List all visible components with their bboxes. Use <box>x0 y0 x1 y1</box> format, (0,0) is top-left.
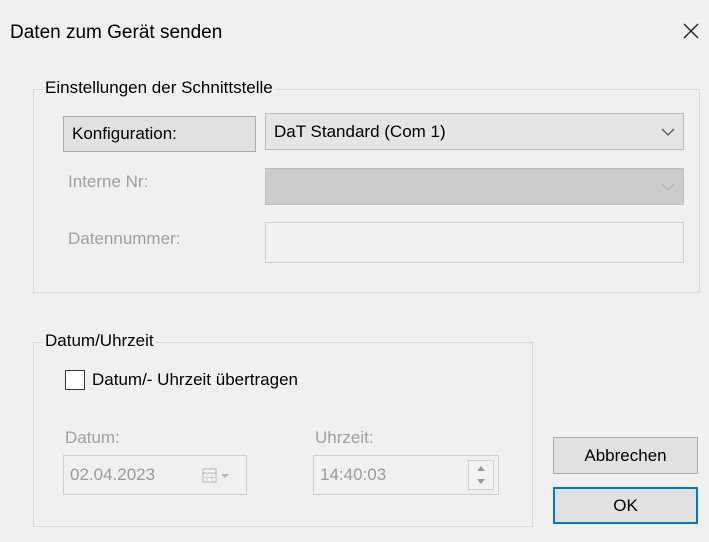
konfiguration-combobox[interactable]: DaT Standard (Com 1) <box>265 113 684 150</box>
interface-settings-legend: Einstellungen der Schnittstelle <box>43 78 275 98</box>
window-title: Daten zum Gerät senden <box>10 22 223 43</box>
uhrzeit-picker[interactable]: 14:40:03 <box>313 455 499 495</box>
uhrzeit-value: 14:40:03 <box>320 465 387 484</box>
chevron-down-icon <box>661 128 675 136</box>
datum-picker[interactable]: 02.04.2023 <box>63 455 247 495</box>
transfer-datetime-label[interactable]: Datum/- Uhrzeit übertragen <box>92 370 298 390</box>
interne-nr-label: Interne Nr: <box>68 172 149 191</box>
datennummer-label: Datennummer: <box>68 229 181 248</box>
interne-nr-combobox[interactable] <box>265 168 684 205</box>
spin-up-icon[interactable] <box>469 461 493 475</box>
cancel-button[interactable]: Abbrechen <box>553 437 698 474</box>
chevron-down-icon <box>661 183 675 191</box>
transfer-datetime-checkbox[interactable] <box>65 370 85 390</box>
uhrzeit-spinner[interactable] <box>468 460 494 490</box>
konfiguration-button[interactable]: Konfiguration: <box>63 116 256 152</box>
close-button[interactable] <box>676 16 706 46</box>
datetime-legend: Datum/Uhrzeit <box>43 331 156 351</box>
close-icon <box>683 23 699 39</box>
datum-value: 02.04.2023 <box>70 465 156 484</box>
datennummer-field[interactable] <box>265 222 684 263</box>
konfiguration-value: DaT Standard (Com 1) <box>274 121 446 141</box>
ok-button[interactable]: OK <box>553 487 698 524</box>
calendar-icon[interactable] <box>202 468 232 489</box>
uhrzeit-label: Uhrzeit: <box>315 428 374 447</box>
spin-down-icon[interactable] <box>469 475 493 489</box>
datum-label: Datum: <box>65 428 120 447</box>
